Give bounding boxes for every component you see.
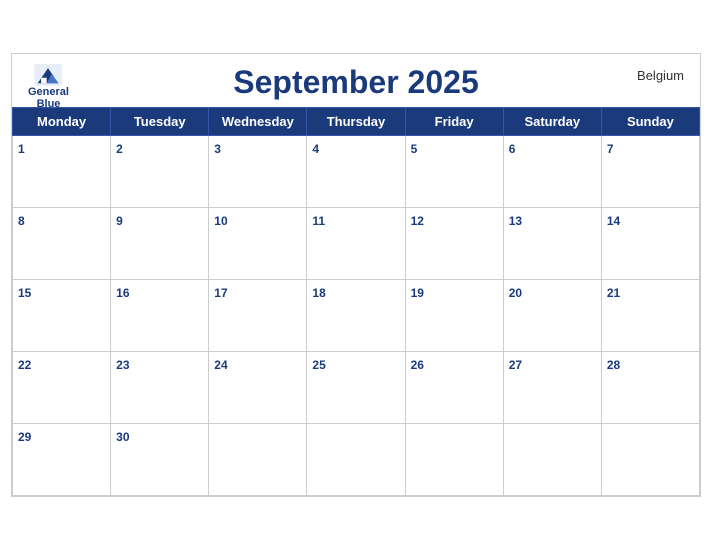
date-number-20: 20 [509,286,522,300]
date-number-13: 13 [509,214,522,228]
day-cell-26: 26 [405,352,503,424]
header-saturday: Saturday [503,108,601,136]
days-header-row: Monday Tuesday Wednesday Thursday Friday… [13,108,700,136]
date-number-26: 26 [411,358,424,372]
day-cell-4: 4 [307,136,405,208]
date-number-12: 12 [411,214,424,228]
week-row-2: 8 9 10 11 12 13 14 [13,208,700,280]
date-number-22: 22 [18,358,31,372]
calendar-body: 1234567891011121314151617181920212223242… [13,136,700,496]
date-number-3: 3 [214,142,221,156]
date-number-18: 18 [312,286,325,300]
date-number-29: 29 [18,430,31,444]
empty-cell-w4-d4 [405,424,503,496]
day-cell-27: 27 [503,352,601,424]
day-cell-3: 3 [209,136,307,208]
date-number-8: 8 [18,214,25,228]
calendar-header: General Blue September 2025 Belgium [12,54,700,107]
day-cell-29: 29 [13,424,111,496]
day-cell-5: 5 [405,136,503,208]
date-number-7: 7 [607,142,614,156]
day-cell-30: 30 [111,424,209,496]
header-wednesday: Wednesday [209,108,307,136]
country-label: Belgium [637,68,684,83]
day-cell-28: 28 [601,352,699,424]
day-cell-10: 10 [209,208,307,280]
week-row-4: 22 23 24 25 26 27 28 [13,352,700,424]
day-cell-16: 16 [111,280,209,352]
date-number-4: 4 [312,142,319,156]
day-cell-25: 25 [307,352,405,424]
generalblue-logo-icon [34,64,62,86]
day-cell-22: 22 [13,352,111,424]
empty-cell-w4-d5 [503,424,601,496]
day-cell-20: 20 [503,280,601,352]
day-cell-8: 8 [13,208,111,280]
day-cell-9: 9 [111,208,209,280]
date-number-21: 21 [607,286,620,300]
day-cell-21: 21 [601,280,699,352]
calendar-title: September 2025 [233,64,478,101]
date-number-19: 19 [411,286,424,300]
day-cell-12: 12 [405,208,503,280]
date-number-28: 28 [607,358,620,372]
logo-area: General Blue [28,64,69,110]
date-number-23: 23 [116,358,129,372]
day-cell-11: 11 [307,208,405,280]
day-cell-15: 15 [13,280,111,352]
calendar-table: Monday Tuesday Wednesday Thursday Friday… [12,107,700,496]
logo-blue-text: Blue [37,98,61,110]
date-number-10: 10 [214,214,227,228]
header-thursday: Thursday [307,108,405,136]
date-number-24: 24 [214,358,227,372]
date-number-27: 27 [509,358,522,372]
week-row-1: 1 2 3 4 5 6 7 [13,136,700,208]
date-number-16: 16 [116,286,129,300]
date-number-9: 9 [116,214,123,228]
header-monday: Monday [13,108,111,136]
day-cell-19: 19 [405,280,503,352]
date-number-2: 2 [116,142,123,156]
date-number-5: 5 [411,142,418,156]
week-row-5: 29 30 [13,424,700,496]
day-cell-13: 13 [503,208,601,280]
logo-general-text: General [28,86,69,98]
day-cell-18: 18 [307,280,405,352]
date-number-30: 30 [116,430,129,444]
date-number-11: 11 [312,214,325,228]
day-cell-14: 14 [601,208,699,280]
date-number-6: 6 [509,142,516,156]
header-sunday: Sunday [601,108,699,136]
day-cell-1: 1 [13,136,111,208]
day-cell-6: 6 [503,136,601,208]
day-cell-17: 17 [209,280,307,352]
date-number-14: 14 [607,214,620,228]
day-cell-2: 2 [111,136,209,208]
date-number-25: 25 [312,358,325,372]
date-number-17: 17 [214,286,227,300]
empty-cell-w4-d3 [307,424,405,496]
header-tuesday: Tuesday [111,108,209,136]
day-cell-7: 7 [601,136,699,208]
empty-cell-w4-d2 [209,424,307,496]
header-friday: Friday [405,108,503,136]
date-number-1: 1 [18,142,25,156]
day-cell-23: 23 [111,352,209,424]
day-cell-24: 24 [209,352,307,424]
date-number-15: 15 [18,286,31,300]
empty-cell-w4-d6 [601,424,699,496]
week-row-3: 15 16 17 18 19 20 21 [13,280,700,352]
calendar-container: General Blue September 2025 Belgium Mond… [11,53,701,497]
